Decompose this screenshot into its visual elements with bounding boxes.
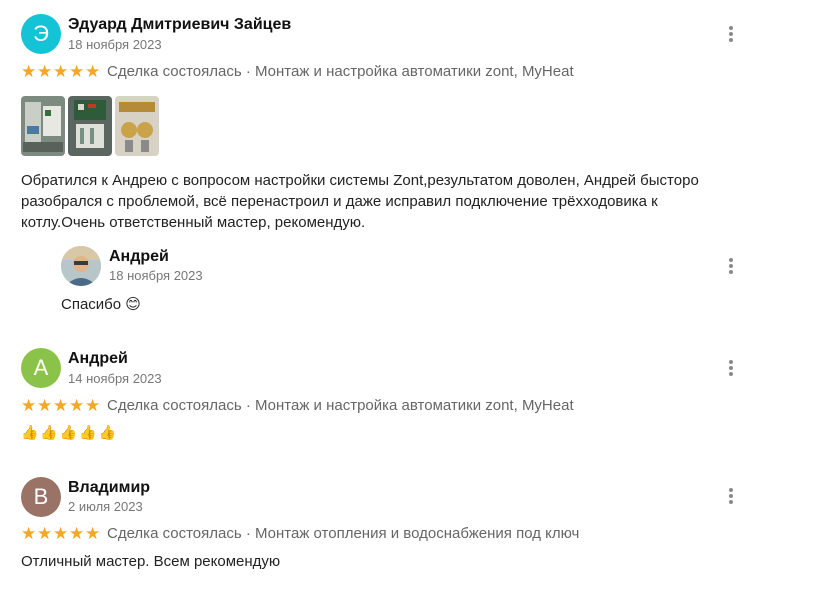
avatar[interactable]: В [21,477,61,517]
star-icon: ★ [21,396,37,415]
reply-date: 18 ноября 2023 [109,268,203,283]
reviewer-name[interactable]: Эдуард Дмитриевич Зайцев [68,16,291,34]
review-meta: ★ ★ ★ ★ ★ Сделка состоялась · Монтаж и настр… [21,397,574,414]
star-icon: ★ [37,524,53,543]
more-options-icon[interactable] [724,25,738,43]
rating-stars: ★ ★ ★ ★ ★ [21,63,101,80]
smile-emoji-icon: 😊 [125,296,141,313]
reply-text: Спасибо 😊 [61,294,141,315]
star-icon: ★ [69,396,85,415]
deal-info: Сделка состоялась · Монтаж и настройка а… [107,63,574,80]
avatar[interactable]: Э [21,14,61,54]
star-icon: ★ [37,396,53,415]
reply-text-content: Спасибо [61,296,122,313]
avatar[interactable]: А [21,348,61,388]
star-icon: ★ [53,524,69,543]
rating-stars: ★ ★ ★ ★ ★ [21,525,101,542]
avatar[interactable] [61,246,101,286]
reviewer-name[interactable]: Владимир [68,479,150,497]
review-photo[interactable] [21,96,65,156]
star-icon: ★ [37,62,53,81]
more-options-icon[interactable] [724,359,738,377]
review-meta: ★ ★ ★ ★ ★ Сделка состоялась · Монтаж отоплен… [21,525,579,542]
reply-author-name[interactable]: Андрей [109,248,169,266]
star-icon: ★ [85,62,101,81]
review-text: Отличный мастер. Всем рекомендую [21,553,281,570]
review-photo[interactable] [115,96,159,156]
review-text: 👍👍👍👍👍 [21,424,119,440]
rating-stars: ★ ★ ★ ★ ★ [21,397,101,414]
star-icon: ★ [21,524,37,543]
review-photo[interactable] [68,96,112,156]
review-date: 14 ноября 2023 [68,371,162,386]
more-options-icon[interactable] [724,487,738,505]
deal-info: Сделка состоялась · Монтаж и настройка а… [107,397,574,414]
star-icon: ★ [69,62,85,81]
reviewer-name[interactable]: Андрей [68,350,128,368]
more-options-icon[interactable] [724,257,738,275]
deal-info: Сделка состоялась · Монтаж отопления и в… [107,525,580,542]
review-text: Обратился к Андрею с вопросом настройки … [21,172,699,231]
review-date: 18 ноября 2023 [68,37,162,52]
star-icon: ★ [85,524,101,543]
review-date: 2 июля 2023 [68,499,143,514]
review-meta: ★ ★ ★ ★ ★ Сделка состоялась · Монтаж и настр… [21,63,574,80]
star-icon: ★ [85,396,101,415]
star-icon: ★ [53,62,69,81]
star-icon: ★ [21,62,37,81]
star-icon: ★ [69,524,85,543]
star-icon: ★ [53,396,69,415]
